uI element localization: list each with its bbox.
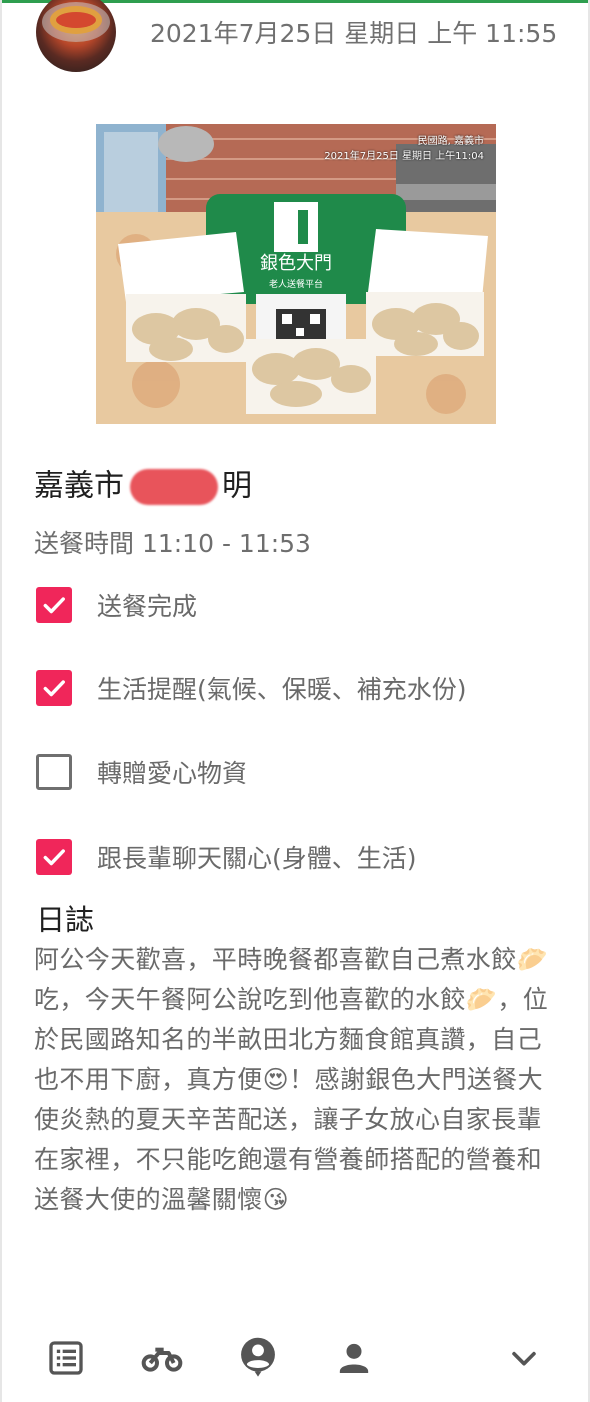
- chevron-down-icon[interactable]: [496, 1330, 552, 1386]
- delivery-time: 送餐時間 11:10 - 11:53: [34, 529, 311, 558]
- checklist-item-life-reminder[interactable]: 生活提醒(氣候、保暖、補充水份): [36, 668, 467, 708]
- checklist-item-chat[interactable]: 跟長輩聊天關心(身體、生活): [36, 837, 417, 877]
- person-icon[interactable]: [326, 1330, 382, 1386]
- recipient-name: 嘉義市 明: [34, 462, 252, 510]
- bottom-action-bar: [0, 1318, 590, 1402]
- photo-caption: 民國路, 嘉義市 2021年7月25日 星期日 上午11:04: [324, 134, 484, 164]
- log-body: 阿公今天歡喜，平時晚餐都喜歡自己煮水餃🥟吃，今天午餐阿公說吃到他喜歡的水餃🥟，位…: [34, 945, 549, 1214]
- post-timestamp: 2021年7月25日 星期日 上午 11:55: [150, 19, 558, 48]
- checklist-label: 跟長輩聊天關心(身體、生活): [97, 844, 417, 873]
- checkmark-icon: [43, 849, 65, 866]
- checkmark-icon: [43, 680, 65, 697]
- avatar[interactable]: [36, 0, 116, 72]
- checklist-item-donation[interactable]: 轉贈愛心物資: [36, 752, 247, 792]
- checkmark-icon: [43, 597, 65, 614]
- recipient-city: 嘉義市: [34, 468, 124, 504]
- redacted-name: [130, 468, 218, 505]
- photo-timestamp: 2021年7月25日 星期日 上午11:04: [324, 151, 484, 162]
- checkbox-checked[interactable]: [36, 839, 72, 875]
- card-border-left: [0, 0, 2, 1402]
- account-circle-icon[interactable]: [230, 1330, 286, 1386]
- checklist-label: 送餐完成: [97, 592, 198, 621]
- bike-icon[interactable]: [134, 1330, 190, 1386]
- recipient-name-suffix: 明: [222, 468, 252, 504]
- list-icon[interactable]: [38, 1330, 94, 1386]
- photo-location: 民國路, 嘉義市: [417, 136, 484, 147]
- checkbox-unchecked[interactable]: [36, 754, 72, 790]
- delivery-photo[interactable]: 銀色大門 老人送餐平台 民國路, 嘉義市 2021年7月25日 星期日 上午11: [96, 124, 496, 424]
- svg-text:老人送餐平台: 老人送餐平台: [269, 278, 323, 290]
- svg-text:銀色大門: 銀色大門: [260, 253, 332, 274]
- checkbox-checked[interactable]: [36, 670, 72, 706]
- checklist-label: 生活提醒(氣候、保暖、補充水份): [97, 675, 467, 704]
- log-title: 日誌: [36, 903, 95, 937]
- checklist-item-delivered[interactable]: 送餐完成: [36, 585, 197, 625]
- checkbox-checked[interactable]: [36, 587, 72, 623]
- checklist-label: 轉贈愛心物資: [97, 759, 248, 788]
